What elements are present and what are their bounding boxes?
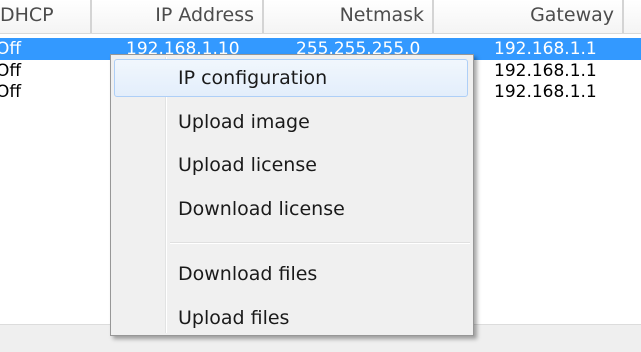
- context-menu: IP configuration Upload image Upload lic…: [110, 54, 474, 336]
- cell-gateway: 192.168.1.1: [494, 82, 597, 102]
- menu-item-label: IP configuration: [178, 67, 328, 89]
- menu-item-label: Upload files: [178, 307, 290, 329]
- menu-separator: [170, 242, 470, 244]
- menu-item-download-license[interactable]: Download license: [114, 190, 468, 228]
- menu-item-download-files[interactable]: Download files: [114, 255, 468, 293]
- cell-gateway: 192.168.1.1: [494, 39, 597, 59]
- list-header: DHCP IP Address Netmask Gateway: [0, 0, 641, 34]
- cell-gateway: 192.168.1.1: [494, 61, 597, 81]
- menu-item-label: Download files: [178, 263, 318, 285]
- menu-item-label: Upload license: [178, 154, 317, 176]
- column-header-netmask[interactable]: Netmask: [264, 0, 434, 33]
- menu-item-label: Download license: [178, 198, 345, 220]
- cell-dhcp: Off: [0, 39, 22, 59]
- column-header-overflow[interactable]: [624, 0, 641, 33]
- menu-item-upload-files[interactable]: Upload files: [114, 299, 468, 337]
- column-header-gateway[interactable]: Gateway: [434, 0, 624, 33]
- menu-item-ip-configuration[interactable]: IP configuration: [114, 59, 468, 97]
- cell-dhcp: Off: [0, 61, 22, 81]
- menu-item-upload-image[interactable]: Upload image: [114, 103, 468, 141]
- column-header-ip-address[interactable]: IP Address: [92, 0, 264, 33]
- menu-item-label: Upload image: [178, 111, 310, 133]
- cell-dhcp: Off: [0, 82, 22, 102]
- menu-item-upload-license[interactable]: Upload license: [114, 146, 468, 184]
- column-header-dhcp[interactable]: DHCP: [0, 0, 92, 33]
